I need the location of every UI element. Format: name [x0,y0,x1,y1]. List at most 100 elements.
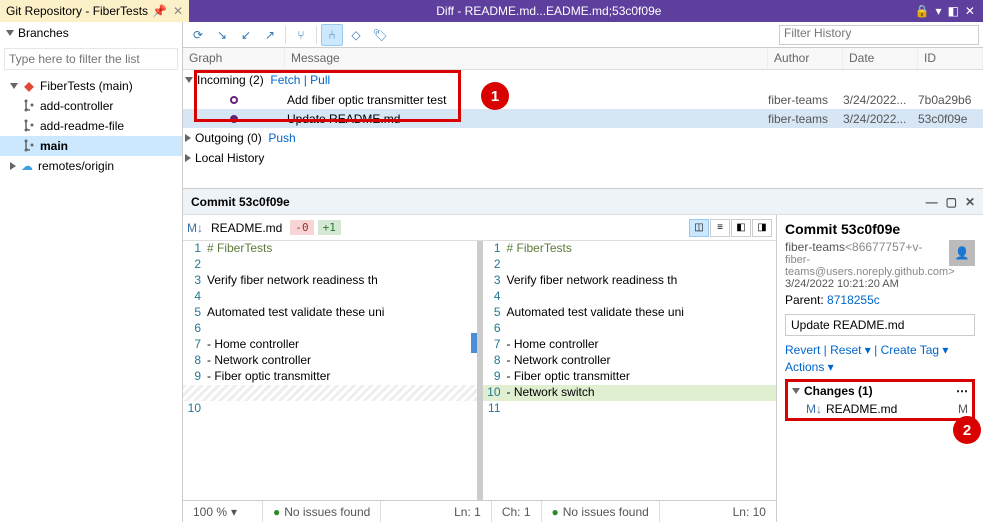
branches-header[interactable]: Branches [0,22,182,44]
changed-file-item[interactable]: M↓ README.md M [788,400,972,418]
parent-sha-link[interactable]: 8718255c [827,293,880,307]
diff-right-pane[interactable]: 1# FiberTests 2 3Verify fiber network re… [483,241,777,500]
lock-icon[interactable]: 🔒 [915,4,930,18]
commit-message: Update README.md [285,112,768,126]
commit-parent: Parent: 8718255c [785,293,975,307]
tag-toggle[interactable]: 🏷 [369,24,391,46]
diff-view-buttons: ◫ ≡ ◧ ◨ [689,219,772,237]
changes-section: Changes (1) ⋯ M↓ README.md M [785,379,975,421]
commit-actions-2[interactable]: Actions ▾ [785,360,975,374]
repo-node[interactable]: ◆ FiberTests (main) [0,76,182,96]
commit-author: fiber-teams [768,93,843,107]
commit-row[interactable]: Add fiber optic transmitter test fiber-t… [183,90,983,109]
push-button[interactable]: ↗ [259,24,281,46]
inline-button[interactable]: ≡ [710,219,730,237]
incoming-group[interactable]: Incoming (2) Fetch | Pull [183,70,983,90]
expand-icon [185,77,193,83]
close-icon[interactable]: ✕ [173,4,183,18]
cursor-pos: Ln: 1 [444,501,492,522]
file-icon: M↓ [187,221,203,235]
history-toolbar: ⟳ ↘ ↙ ↗ ⑂ ⑃ ◇ 🏷 [183,22,983,48]
branch-label: add-readme-file [40,119,124,133]
diff-file-name[interactable]: README.md [207,219,286,237]
history-body: Incoming (2) Fetch | Pull Add fiber opti… [183,70,983,168]
window-close-icon[interactable]: ✕ [965,4,975,18]
history-columns: Graph Message Author Date ID [183,48,983,70]
collapse-icon [185,154,191,162]
file-icon: M↓ [806,402,822,416]
filter-toggle[interactable]: ◇ [345,24,367,46]
local-history-group[interactable]: Local History [183,148,983,168]
commit-row-selected[interactable]: Update README.md fiber-teams 3/24/2022..… [183,109,983,128]
outgoing-group[interactable]: Outgoing (0) Push [183,128,983,148]
refresh-button[interactable]: ⟳ [187,24,209,46]
check-icon: ● [552,505,559,519]
commit-message: Add fiber optic transmitter test [285,93,768,107]
commit-id: 7b0a29b6 [918,93,983,107]
commit-id: 53c0f09e [918,112,983,126]
graph-toggle[interactable]: ⑃ [321,24,343,46]
maximize-icon[interactable]: ▢ [946,195,957,209]
col-id[interactable]: ID [918,48,983,69]
expand-icon [792,388,800,394]
incoming-label: Incoming (2) [197,73,264,87]
commit-message-box[interactable]: Update README.md [785,314,975,336]
remotes-node[interactable]: ☁ remotes/origin [0,156,182,176]
branch-filter[interactable] [4,48,178,70]
col-author[interactable]: Author [768,48,843,69]
change-type-badge: M [958,402,968,416]
issues-status-right[interactable]: ●No issues found [542,501,660,522]
changes-header[interactable]: Changes (1) ⋯ [788,382,972,400]
commit-author-line: fiber-teams<86677757+v- [785,240,975,254]
col-message[interactable]: Message [285,48,768,69]
outgoing-label: Outgoing (0) [195,131,262,145]
push-link[interactable]: Push [268,131,295,145]
branch-icon [22,139,36,153]
zoom-level[interactable]: 100 % ▾ [183,501,263,522]
window-float-icon[interactable]: ◧ [948,4,959,18]
branch-button[interactable]: ⑂ [290,24,312,46]
diff-split-view[interactable]: 1# FiberTests 2 3Verify fiber network re… [183,241,776,500]
left-only-button[interactable]: ◧ [731,219,751,237]
tab-bar: Git Repository - FiberTests 📌 ✕ Diff - R… [0,0,983,22]
commit-timestamp: 3/24/2022 10:21:20 AM [785,278,975,290]
commit-actions-1[interactable]: Revert | Reset ▾ | Create Tag ▾ [785,343,975,357]
tool-window-tab[interactable]: Git Repository - FiberTests 📌 ✕ [0,0,189,22]
dropdown-icon[interactable]: ▾ [936,4,942,18]
branch-item[interactable]: add-readme-file [0,116,182,136]
branch-item-main[interactable]: main [0,136,182,156]
avatar: 👤 [949,240,975,266]
document-title: Diff - README.md...EADME.md;53c0f09e [436,4,667,18]
commit-date: 3/24/2022... [843,112,918,126]
collapse-icon [185,134,191,142]
close-icon[interactable]: ✕ [965,195,975,209]
fetch-button[interactable]: ↘ [211,24,233,46]
history-filter-input[interactable] [780,26,978,40]
diff-status-bar: 100 % ▾ ●No issues found Ln: 1 Ch: 1 ●No… [183,500,776,522]
pin-icon[interactable]: 📌 [152,4,167,18]
cursor-pos-right: Ln: 10 [723,501,776,522]
branch-tree: ◆ FiberTests (main) add-controller add-r… [0,74,182,178]
window-controls: 🔒 ▾ ◧ ✕ [915,4,983,18]
minimize-icon[interactable]: — [926,195,938,209]
side-by-side-button[interactable]: ◫ [689,219,709,237]
issues-status[interactable]: ●No issues found [263,501,381,522]
check-icon: ● [273,505,280,519]
cloud-icon: ☁ [20,159,34,173]
commit-title: Commit 53c0f09e [785,221,900,237]
expand-icon [6,30,14,36]
added-badge: +1 [318,220,341,235]
right-only-button[interactable]: ◨ [752,219,772,237]
pull-button[interactable]: ↙ [235,24,257,46]
col-graph[interactable]: Graph [183,48,285,69]
branch-filter-input[interactable] [5,52,177,66]
diff-marker [471,333,477,353]
branch-item[interactable]: add-controller [0,96,182,116]
diff-left-pane[interactable]: 1# FiberTests 2 3Verify fiber network re… [183,241,483,500]
fetch-pull-links[interactable]: Fetch | Pull [270,73,330,87]
col-date[interactable]: Date [843,48,918,69]
history-filter[interactable] [779,25,979,45]
more-icon[interactable]: ⋯ [956,384,968,398]
tab-title: Git Repository - FiberTests [6,4,148,18]
chevron-down-icon: ▾ [231,505,237,519]
